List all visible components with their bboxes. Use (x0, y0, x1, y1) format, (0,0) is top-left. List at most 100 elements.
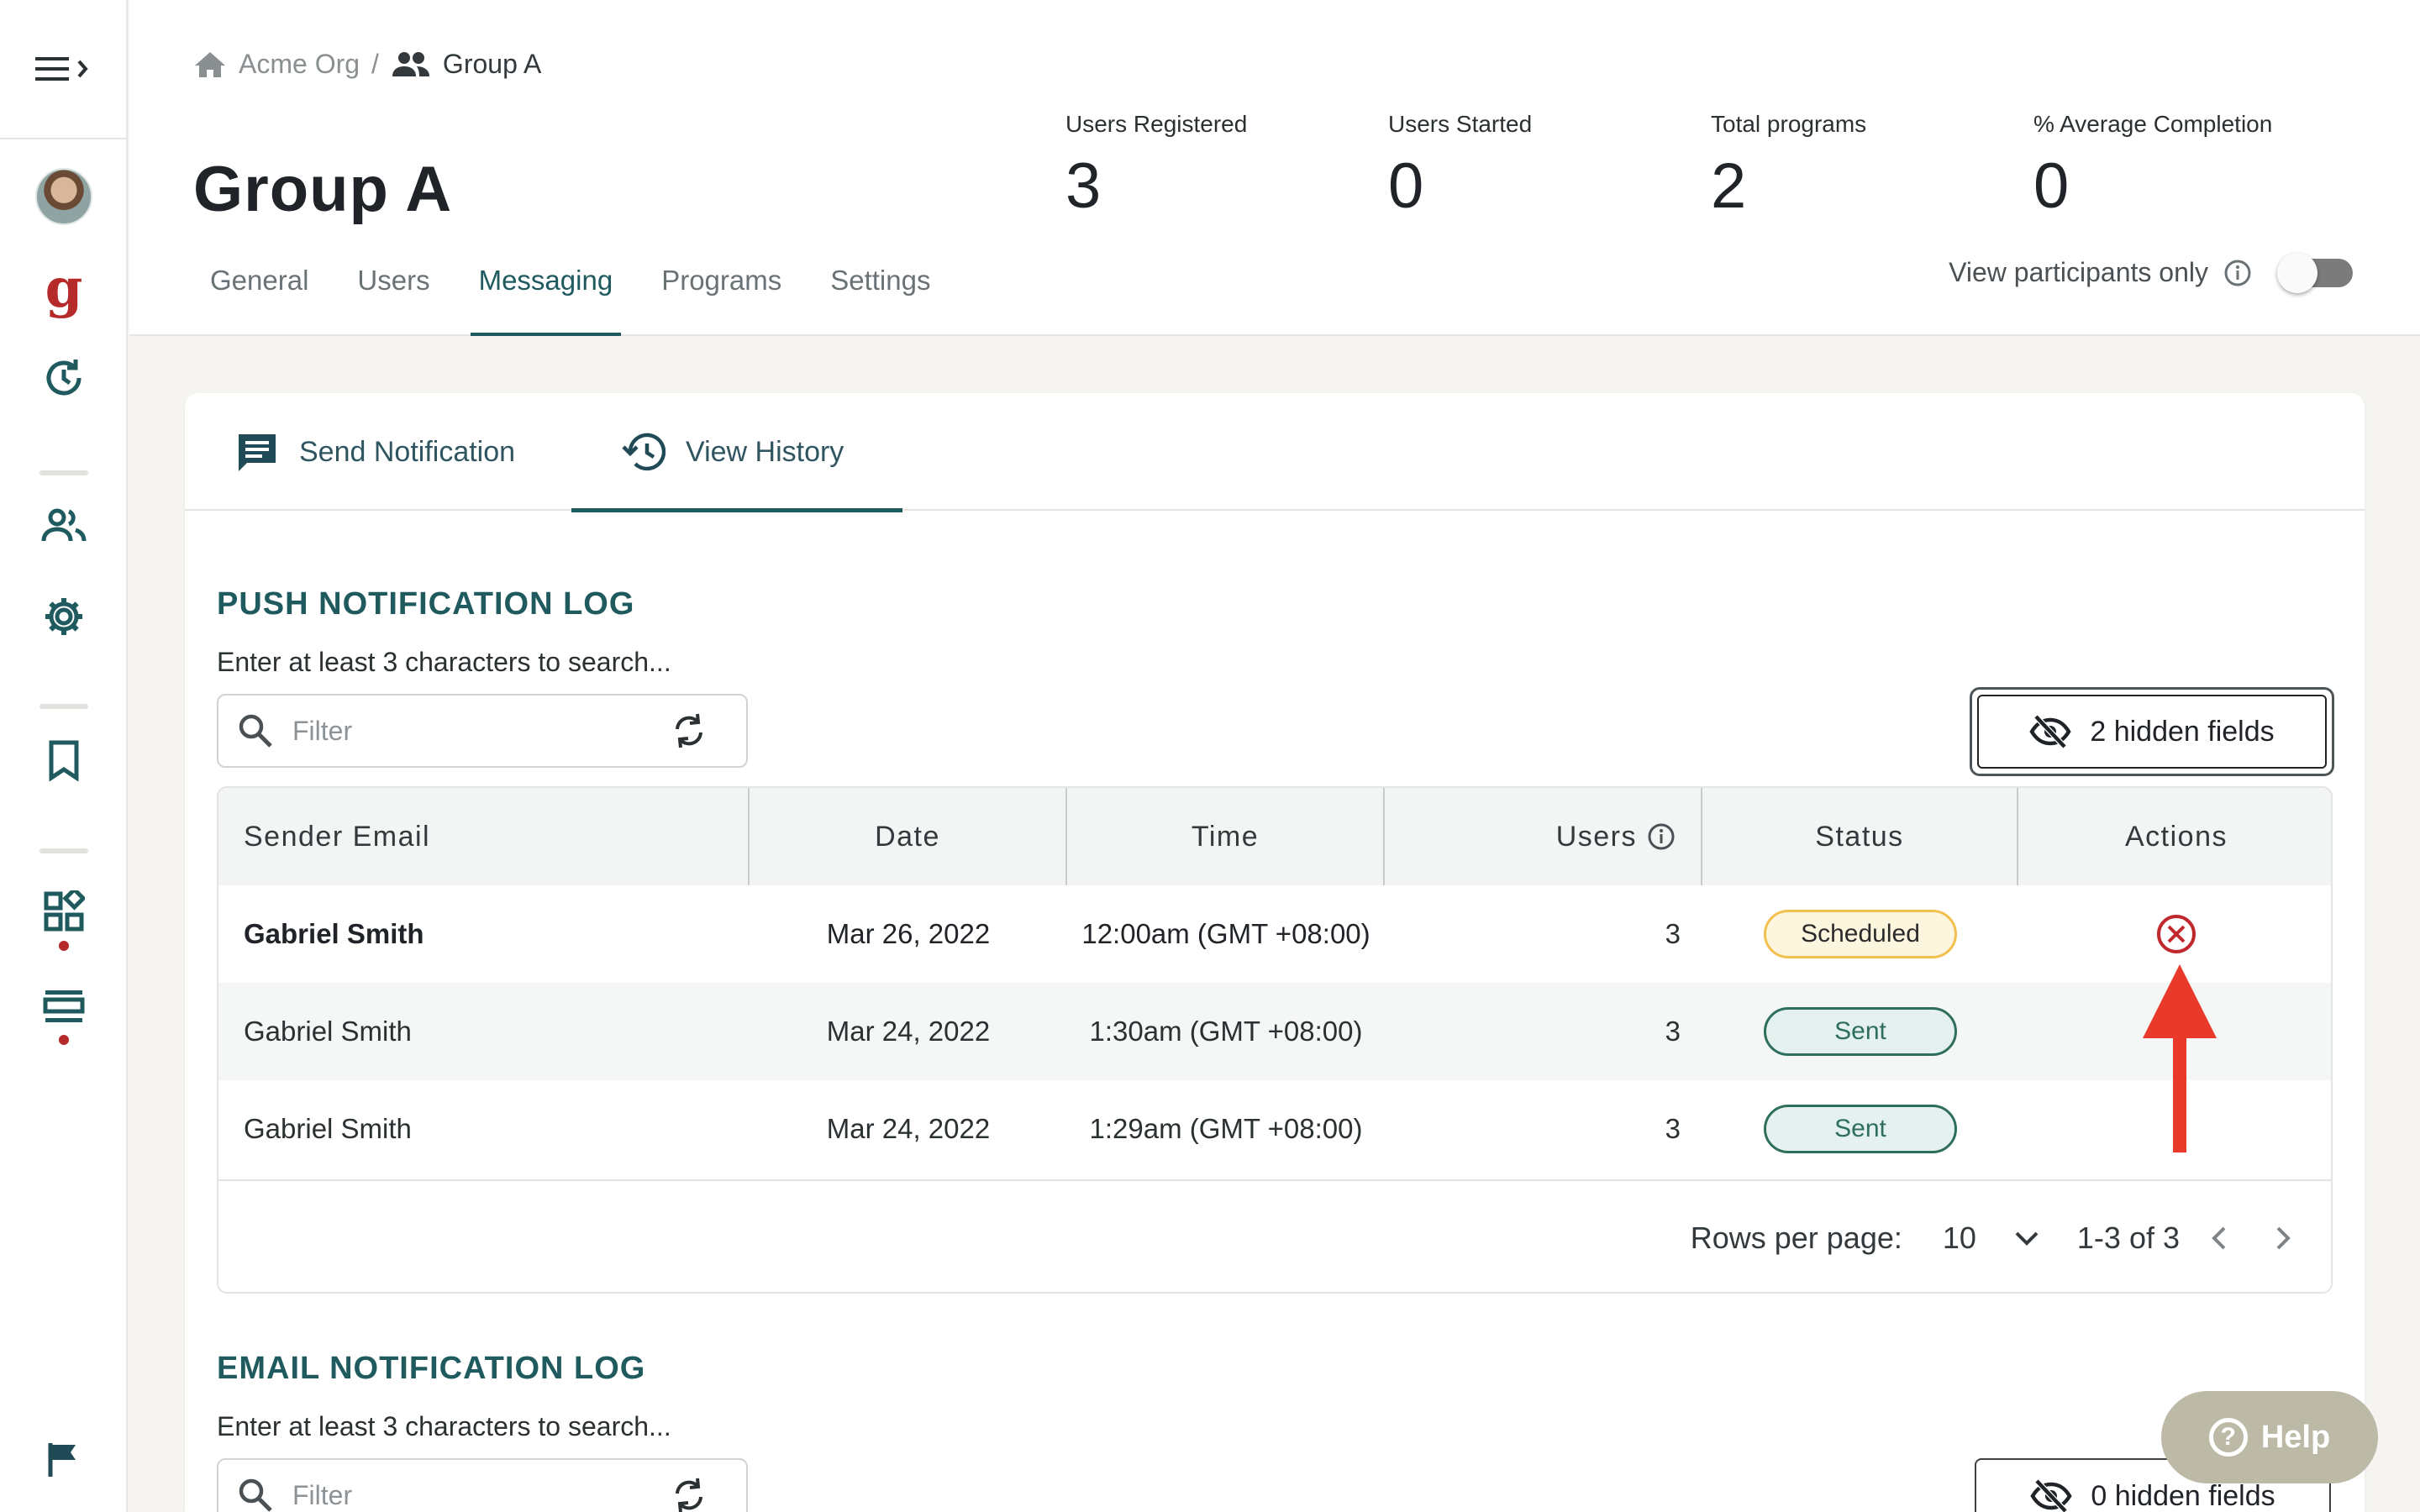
tab-programs[interactable]: Programs (653, 257, 790, 336)
sidebar-divider (39, 704, 88, 709)
sidebar-toggle-button[interactable] (0, 0, 128, 139)
column-label: Sender Email (244, 820, 431, 853)
sidebar-item-settings[interactable] (0, 595, 128, 638)
stat-total-programs: Total programs 2 (1711, 111, 1866, 218)
column-header-actions: Actions (2018, 788, 2331, 885)
chevron-down-icon (2013, 1230, 2040, 1247)
info-icon[interactable] (2223, 259, 2252, 287)
hidden-fields-label: 2 hidden fields (2090, 715, 2275, 748)
user-avatar[interactable] (0, 168, 128, 225)
cell-date: Mar 24, 2022 (826, 1113, 991, 1144)
cell-status: Sent (1702, 1080, 2018, 1178)
stat-average-completion: % Average Completion 0 (2033, 111, 2272, 218)
tab-general[interactable]: General (202, 257, 317, 336)
status-badge: Scheduled (1764, 910, 1957, 958)
cell-sender: Gabriel Smith (244, 1113, 412, 1144)
brand-logo[interactable]: g (0, 262, 128, 316)
notification-dot (59, 1035, 69, 1045)
email-log-title: EMAIL NOTIFICATION LOG (217, 1351, 646, 1386)
breadcrumb-org-link[interactable]: Acme Org (239, 49, 360, 80)
column-label: Status (1815, 820, 1904, 853)
cell-time: 12:00am (GMT +08:00) (1081, 918, 1370, 949)
sidebar-item-users[interactable] (0, 507, 128, 544)
stat-users-started: Users Started 0 (1388, 111, 1532, 218)
group-icon (391, 51, 431, 78)
tab-settings[interactable]: Settings (822, 257, 939, 336)
info-icon[interactable] (1647, 822, 1676, 851)
column-label: Users (1555, 820, 1637, 853)
column-header-sender-email[interactable]: Sender Email (218, 788, 750, 885)
flag-icon (47, 1441, 81, 1478)
status-badge: Sent (1764, 1105, 1957, 1153)
push-notification-table: Sender Email Date Time Users Status Acti… (217, 786, 2333, 1294)
hidden-fields-label: 0 hidden fields (2091, 1479, 2275, 1512)
column-label: Time (1191, 820, 1260, 853)
column-label: Date (875, 820, 940, 853)
hidden-fields-inner: 2 hidden fields (1977, 695, 2327, 769)
cell-status: Sent (1702, 983, 2018, 1080)
sidebar-item-activity[interactable] (0, 356, 128, 400)
messaging-tabs: Send Notification View History (185, 393, 2365, 512)
notification-dot (59, 941, 69, 951)
bookmark-icon (47, 739, 81, 781)
email-filter-field[interactable] (217, 1458, 748, 1512)
help-icon: ? (2208, 1418, 2248, 1457)
reset-filter-icon[interactable] (672, 712, 706, 749)
search-hint: Enter at least 3 characters to search... (217, 1411, 671, 1441)
users-icon (40, 507, 87, 544)
search-input[interactable] (292, 715, 662, 747)
stat-value: 0 (1388, 150, 1424, 222)
cell-users: 3 (1665, 1113, 1681, 1144)
search-input[interactable] (292, 1479, 662, 1511)
table-row[interactable]: Gabriel Smith Mar 26, 2022 12:00am (GMT … (218, 885, 2331, 983)
home-icon[interactable] (193, 50, 227, 79)
gear-icon (42, 595, 86, 638)
sidebar-divider (39, 848, 88, 853)
tab-send-notification[interactable]: Send Notification (185, 393, 546, 511)
reset-filter-icon[interactable] (672, 1477, 706, 1512)
participants-only-toggle[interactable] (2277, 252, 2353, 293)
cell-time: 1:30am (GMT +08:00) (1089, 1016, 1363, 1047)
history-icon (622, 432, 666, 472)
cell-date: Mar 24, 2022 (826, 1016, 991, 1047)
column-header-users[interactable]: Users (1385, 788, 1702, 885)
cancel-notification-icon[interactable] (2155, 913, 2197, 955)
push-filter-field[interactable] (217, 694, 748, 768)
breadcrumb-separator: / (371, 49, 379, 79)
search-icon (237, 712, 274, 749)
search-hint: Enter at least 3 characters to search... (217, 647, 671, 677)
tab-view-history[interactable]: View History (571, 393, 902, 512)
stat-users-registered: Users Registered 3 (1065, 111, 1247, 218)
eye-off-icon (2030, 1479, 2072, 1512)
table-row[interactable]: Gabriel Smith Mar 24, 2022 1:30am (GMT +… (218, 983, 2331, 1080)
hidden-fields-button[interactable]: 2 hidden fields (1970, 687, 2334, 776)
next-page-button[interactable] (2272, 1225, 2294, 1252)
tab-messaging[interactable]: Messaging (470, 257, 622, 336)
sidebar-item-list[interactable] (0, 988, 128, 1025)
participants-filter: View participants only (1949, 252, 2353, 293)
column-header-time[interactable]: Time (1067, 788, 1385, 885)
column-header-date[interactable]: Date (750, 788, 1067, 885)
stat-label: % Average Completion (2033, 111, 2273, 137)
rows-per-page-value: 10 (1942, 1221, 1976, 1255)
stat-label: Total programs (1711, 111, 1867, 137)
avatar (35, 168, 92, 225)
sidebar-item-widgets[interactable] (0, 890, 128, 932)
sidebar-item-bookmarks[interactable] (0, 739, 128, 781)
sidebar-item-flag[interactable] (0, 1441, 128, 1478)
tab-users[interactable]: Users (349, 257, 438, 336)
refresh-clock-icon (42, 356, 86, 400)
column-header-status[interactable]: Status (1702, 788, 2018, 885)
cell-time: 1:29am (GMT +08:00) (1089, 1113, 1363, 1144)
list-view-icon (43, 988, 85, 1025)
rows-per-page-select[interactable]: 10 (1943, 1221, 2040, 1256)
sidebar: g (0, 0, 128, 1512)
help-button[interactable]: ? Help (2161, 1391, 2378, 1483)
table-row[interactable]: Gabriel Smith Mar 24, 2022 1:29am (GMT +… (218, 1080, 2331, 1178)
previous-page-button[interactable] (2208, 1225, 2230, 1252)
search-icon (237, 1477, 274, 1512)
cell-date: Mar 26, 2022 (826, 918, 991, 949)
table-pagination: Rows per page: 10 1-3 of 3 (218, 1179, 2331, 1292)
menu-expand-icon (32, 52, 96, 86)
message-icon (235, 431, 279, 473)
